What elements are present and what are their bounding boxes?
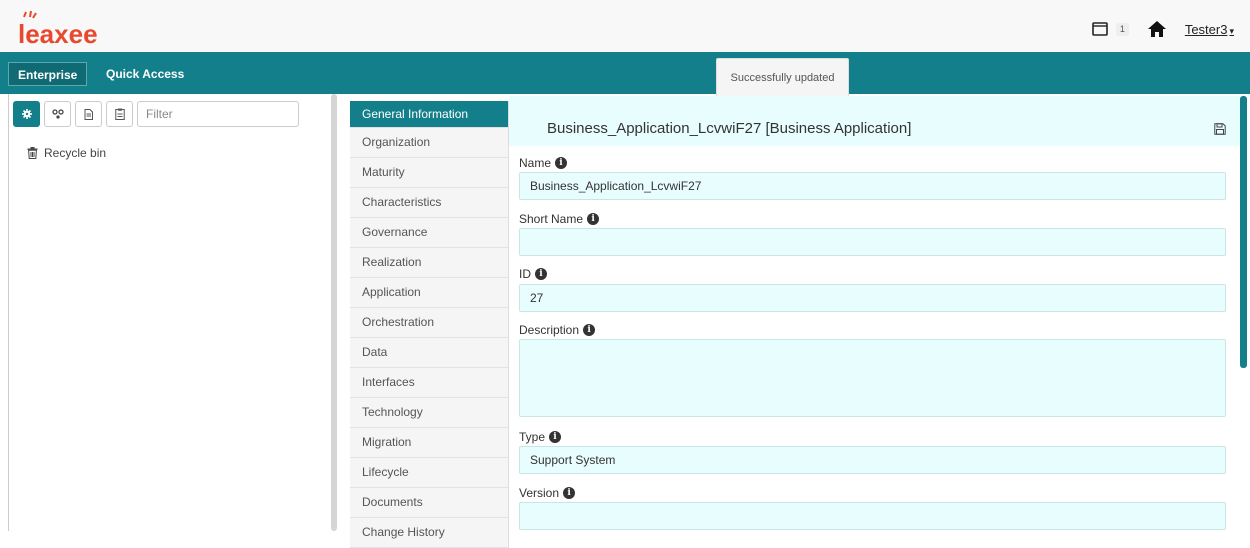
section-governance[interactable]: Governance [350, 218, 509, 248]
record-panel: Business_Application_LcvwiF27 [Business … [509, 96, 1241, 531]
tab-quick-access[interactable]: Quick Access [97, 62, 194, 86]
short-name-label-text: Short Name [519, 212, 584, 226]
tree-scrollbar[interactable] [331, 94, 337, 531]
notebook-icon[interactable] [1092, 22, 1108, 36]
user-name: Tester3 [1184, 21, 1228, 37]
form-scrollbar[interactable] [1240, 96, 1247, 368]
info-icon[interactable]: i [535, 268, 547, 280]
version-label: Version i [519, 486, 576, 500]
logo-text: leaxee [18, 19, 98, 48]
section-maturity[interactable]: Maturity [350, 158, 509, 188]
version-label-text: Version [519, 486, 560, 500]
name-field[interactable] [519, 172, 1226, 200]
gear-icon [21, 109, 32, 119]
short-name-label: Short Name i [519, 212, 600, 226]
section-interfaces[interactable]: Interfaces [350, 368, 509, 398]
description-label: Description i [519, 323, 596, 337]
name-label: Name i [519, 156, 568, 170]
clipboard-icon [114, 108, 125, 120]
version-field[interactable] [519, 502, 1226, 530]
section-realization[interactable]: Realization [350, 248, 509, 278]
section-application[interactable]: Application [350, 278, 509, 308]
name-label-text: Name [519, 156, 552, 170]
section-documents[interactable]: Documents [350, 488, 509, 518]
tree-item-label: Recycle bin [44, 146, 107, 160]
save-icon[interactable] [1214, 123, 1226, 135]
section-organization[interactable]: Organization [350, 128, 509, 158]
section-characteristics[interactable]: Characteristics [350, 188, 509, 218]
tree-item-recycle-bin[interactable]: Recycle bin [27, 146, 106, 160]
documents-button[interactable] [75, 101, 102, 127]
section-lifecycle[interactable]: Lifecycle [350, 458, 509, 488]
tree-toolbar [13, 101, 299, 128]
section-technology[interactable]: Technology [350, 398, 509, 428]
settings-button[interactable] [13, 101, 40, 127]
section-migration[interactable]: Migration [350, 428, 509, 458]
relations-button[interactable] [44, 101, 71, 127]
section-general-information[interactable]: General Information [350, 101, 509, 128]
section-change-history[interactable]: Change History [350, 518, 509, 548]
description-field[interactable] [519, 339, 1226, 417]
chevron-down-icon: ▾ [1229, 25, 1234, 36]
type-label-text: Type [519, 430, 546, 444]
notification-badge: 1 [1115, 22, 1129, 36]
info-icon[interactable]: i [563, 487, 576, 499]
top-header: leaxee 1 Tester3 ▾ [0, 0, 1250, 52]
info-icon[interactable]: i [555, 157, 568, 169]
record-header: Business_Application_LcvwiF27 [Business … [509, 96, 1241, 146]
info-icon[interactable]: i [587, 213, 600, 225]
home-icon[interactable] [1147, 20, 1167, 38]
id-field[interactable] [519, 284, 1226, 312]
network-icon [51, 109, 64, 119]
info-icon[interactable]: i [549, 431, 562, 443]
record-form: Name i Short Name i ID i Description i T… [509, 146, 1241, 531]
user-menu[interactable]: Tester3 ▾ [1185, 22, 1234, 37]
record-title: Business_Application_LcvwiF27 [Business … [547, 120, 912, 137]
main-navbar: Enterprise Quick Access [0, 52, 1250, 94]
section-orchestration[interactable]: Orchestration [350, 308, 509, 338]
success-toast: Successfully updated [716, 58, 849, 96]
tree-panel: Recycle bin [8, 94, 344, 531]
leaxee-logo[interactable]: leaxee [14, 8, 134, 48]
document-icon [84, 108, 93, 120]
tree-filter-input[interactable] [137, 101, 299, 127]
tab-enterprise[interactable]: Enterprise [8, 62, 88, 86]
info-icon[interactable]: i [583, 324, 596, 336]
description-label-text: Description [519, 323, 580, 337]
clipboard-button[interactable] [106, 101, 133, 127]
section-menu: General Information Organization Maturit… [350, 101, 509, 548]
type-field[interactable] [519, 446, 1226, 474]
short-name-field[interactable] [519, 228, 1226, 256]
id-label-text: ID [519, 267, 531, 281]
id-label: ID i [519, 267, 547, 281]
section-data[interactable]: Data [350, 338, 509, 368]
type-label: Type i [519, 430, 562, 444]
trash-icon [27, 147, 38, 159]
